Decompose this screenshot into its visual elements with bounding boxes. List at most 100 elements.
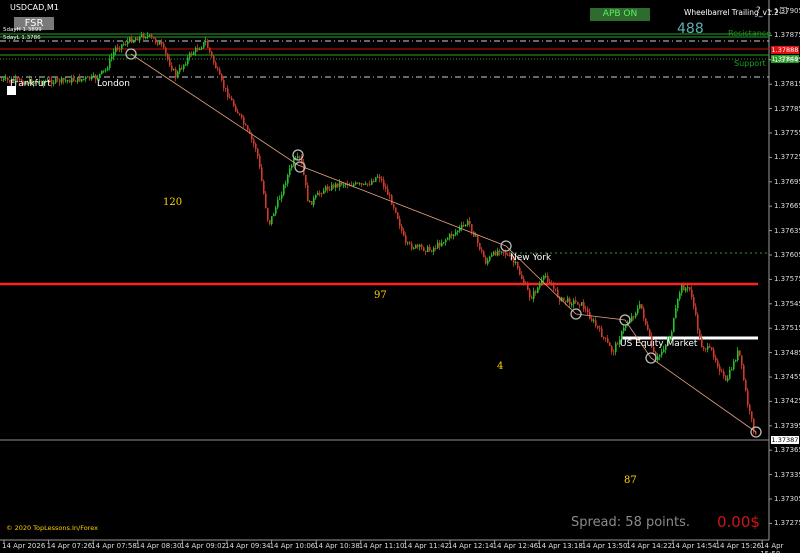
- candle-body: [493, 251, 495, 255]
- candle-body: [417, 244, 419, 247]
- candle-body: [67, 80, 69, 82]
- candle-body: [313, 198, 315, 205]
- x-axis-label: 14 Apr 15:26: [715, 542, 762, 550]
- candle-body: [413, 248, 415, 250]
- y-axis-label: 1.37335: [774, 470, 800, 479]
- candle-body: [549, 281, 551, 285]
- candle-body: [463, 224, 465, 226]
- candle-body: [637, 308, 639, 314]
- candle-body: [221, 74, 223, 81]
- candle-body: [373, 180, 375, 182]
- x-axis-label: 14 Apr 10:38: [314, 542, 360, 550]
- candle-body: [115, 47, 117, 53]
- candle-body: [103, 70, 105, 72]
- candle-body: [117, 47, 119, 49]
- candle-body: [605, 337, 607, 339]
- candle-body: [329, 189, 331, 191]
- candle-body: [379, 176, 381, 179]
- candle-body: [149, 34, 151, 36]
- candle-body: [113, 52, 115, 57]
- candle-body: [291, 165, 293, 169]
- candle-body: [465, 225, 467, 227]
- candle-body: [53, 82, 55, 85]
- candle-body: [707, 346, 709, 350]
- candle-body: [531, 297, 533, 299]
- candle-body: [617, 343, 619, 345]
- candle-body: [507, 254, 509, 256]
- candle-body: [79, 77, 81, 82]
- candle-body: [727, 378, 729, 381]
- candle-body: [211, 51, 213, 57]
- candle-body: [447, 238, 449, 240]
- candle-body: [69, 80, 71, 83]
- candle-body: [289, 168, 291, 176]
- candle-body: [61, 77, 63, 83]
- x-axis-label: 14 Apr 13:50: [581, 542, 628, 550]
- spread-readout: Spread: 58 points.: [571, 515, 691, 530]
- candle-body: [481, 249, 483, 252]
- candle-body: [259, 156, 261, 168]
- candle-body: [243, 117, 245, 125]
- candle-body: [207, 41, 209, 48]
- y-axis-label: 1.37395: [774, 421, 800, 430]
- apb-on-button[interactable]: APB ON: [590, 8, 650, 21]
- chart-window[interactable]: USDCAD,M1 FSR 5dayH 1.3899 5dayL 1.3786 …: [0, 0, 800, 553]
- session-us-equity: US Equity Market: [620, 339, 698, 349]
- candle-body: [505, 252, 507, 255]
- candle-body: [171, 65, 173, 71]
- candle-body: [91, 75, 93, 80]
- candle-body: [527, 284, 529, 290]
- candle-body: [203, 42, 205, 48]
- candle-body: [643, 308, 645, 319]
- candle-body: [451, 234, 453, 237]
- y-axis-label: 1.37455: [774, 373, 800, 381]
- candle-body: [223, 80, 225, 88]
- candle-body: [613, 351, 615, 353]
- candle-body: [209, 47, 211, 52]
- candle-body: [437, 242, 439, 248]
- candle-body: [563, 297, 565, 301]
- candle-body: [215, 62, 217, 69]
- candle-body: [477, 235, 479, 243]
- candle-body: [661, 351, 663, 355]
- candle-body: [719, 366, 721, 372]
- candle-body: [675, 308, 677, 319]
- candle-body: [691, 289, 693, 298]
- candle-body: [267, 207, 269, 221]
- candle-body: [583, 302, 585, 310]
- candle-body: [271, 216, 273, 225]
- candle-body: [745, 380, 747, 391]
- candle-body: [357, 182, 359, 184]
- candle-body: [485, 257, 487, 264]
- candle-body: [183, 64, 185, 69]
- candle-body: [677, 299, 679, 309]
- candle-body: [461, 224, 463, 228]
- candle-body: [639, 304, 641, 309]
- candle-body: [711, 347, 713, 350]
- candle-body: [87, 76, 89, 78]
- candle-body: [729, 369, 731, 379]
- resistance-label: Resistance: [728, 29, 772, 38]
- candle-body: [137, 38, 139, 41]
- candle-body: [5, 77, 7, 79]
- candle-body: [365, 183, 367, 185]
- candle-body: [167, 53, 169, 59]
- candle-body: [237, 111, 239, 114]
- candle-body: [453, 234, 455, 237]
- candle-body: [421, 244, 423, 248]
- candle-body: [213, 56, 215, 63]
- candle-body: [475, 235, 477, 237]
- candle-body: [539, 284, 541, 288]
- candle-body: [219, 69, 221, 75]
- candle-body: [185, 64, 187, 66]
- x-axis-label: 14 Apr 14:54: [671, 542, 717, 550]
- x-axis-label: 14 Apr 12:46: [492, 542, 539, 550]
- candle-body: [645, 318, 647, 325]
- candle-body: [595, 320, 597, 326]
- copyright-text: © 2020 TopLessons.In/Forex: [6, 524, 98, 532]
- candle-body: [603, 337, 605, 339]
- x-axis-label: 14 Apr 12:14: [448, 542, 494, 550]
- candle-body: [339, 182, 341, 187]
- candle-body: [145, 36, 147, 39]
- candle-body: [201, 47, 203, 49]
